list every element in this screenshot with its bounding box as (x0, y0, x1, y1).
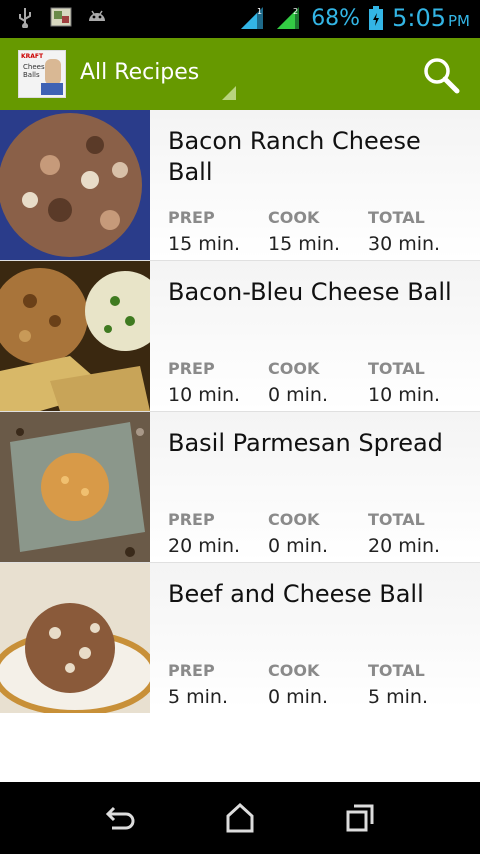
recipe-thumbnail (0, 412, 150, 562)
clock-ampm: PM (448, 12, 470, 30)
total-time: TOTAL 10 min. (368, 359, 440, 406)
prep-value: 10 min. (168, 384, 241, 406)
prep-value: 15 min. (168, 233, 241, 255)
search-icon[interactable] (422, 56, 460, 94)
total-label: TOTAL (368, 661, 425, 680)
recipe-title: Bacon Ranch Cheese Ball (168, 127, 421, 186)
recipe-row[interactable]: Bacon-Bleu Cheese Ball PREP 10 min. COOK 0… (0, 261, 480, 412)
recipe-title: Beef and Cheese Ball (168, 580, 424, 608)
prep-label: PREP (168, 359, 215, 378)
status-bar: 1 2 68% 5:05 PM (0, 0, 480, 38)
signal-icon-1: 1 (241, 7, 264, 29)
prep-value: 5 min. (168, 686, 228, 708)
battery-percent: 68% (311, 5, 361, 31)
battery-icon (369, 6, 384, 30)
cook-value: 0 min. (268, 535, 328, 557)
total-time: TOTAL 20 min. (368, 510, 440, 557)
svg-text:2: 2 (293, 7, 298, 16)
cook-value: 0 min. (268, 686, 328, 708)
prep-label: PREP (168, 510, 215, 529)
total-value: 20 min. (368, 535, 441, 557)
photo-icon (50, 7, 72, 27)
recipe-list: Bacon Ranch Cheese Ball PREP 15 min. COOK… (0, 110, 480, 713)
recipe-thumbnail (0, 261, 150, 411)
prep-label: PREP (168, 208, 215, 227)
prep-time: PREP 15 min. (168, 208, 240, 255)
prep-value: 20 min. (168, 535, 241, 557)
spinner-title: All Recipes (80, 60, 200, 85)
total-value: 5 min. (368, 686, 428, 708)
cook-time: COOK 0 min. (268, 359, 328, 406)
recent-apps-icon[interactable] (340, 800, 380, 836)
cook-label: COOK (268, 359, 320, 378)
prep-label: PREP (168, 661, 215, 680)
spinner-arrow-icon (222, 86, 236, 100)
home-icon[interactable] (220, 800, 260, 836)
cook-label: COOK (268, 510, 320, 529)
total-time: TOTAL 30 min. (368, 208, 440, 255)
cook-value: 15 min. (268, 233, 341, 255)
app-icon-brand: KRAFT (21, 53, 44, 60)
total-value: 30 min. (368, 233, 441, 255)
total-label: TOTAL (368, 510, 425, 529)
total-value: 10 min. (368, 384, 441, 406)
cook-time: COOK 0 min. (268, 510, 328, 557)
svg-text:1: 1 (257, 7, 262, 16)
total-label: TOTAL (368, 359, 425, 378)
prep-time: PREP 10 min. (168, 359, 240, 406)
chef-shirt (41, 83, 63, 95)
chef-image (45, 59, 61, 85)
total-label: TOTAL (368, 208, 425, 227)
cook-time: COOK 15 min. (268, 208, 340, 255)
cook-label: COOK (268, 208, 320, 227)
recipe-row[interactable]: Bacon Ranch Cheese Ball PREP 15 min. COOK… (0, 110, 480, 261)
recipe-thumbnail (0, 563, 150, 713)
prep-time: PREP 20 min. (168, 510, 240, 557)
prep-time: PREP 5 min. (168, 661, 228, 708)
cook-time: COOK 0 min. (268, 661, 328, 708)
recipe-filter-spinner[interactable]: All Recipes (70, 52, 236, 100)
recipe-row[interactable]: Basil Parmesan Spread PREP 20 min. COOK 0 … (0, 412, 480, 563)
usb-icon (19, 8, 31, 28)
navigation-bar (0, 782, 480, 854)
recipe-title: Bacon-Bleu Cheese Ball (168, 278, 452, 306)
recipe-row[interactable]: Beef and Cheese Ball PREP 5 min. COOK 0 mi… (0, 563, 480, 713)
app-icon[interactable]: KRAFT Cheese Balls (18, 50, 66, 98)
clock-time: 5:05 (392, 4, 446, 32)
total-time: TOTAL 5 min. (368, 661, 428, 708)
back-icon[interactable] (100, 800, 140, 836)
signal-icon-2: 2 (277, 7, 300, 29)
recipe-title: Basil Parmesan Spread (168, 429, 443, 457)
cook-value: 0 min. (268, 384, 328, 406)
recipe-thumbnail (0, 110, 150, 260)
android-icon (89, 10, 105, 21)
action-bar: KRAFT Cheese Balls All Recipes (0, 38, 480, 110)
cook-label: COOK (268, 661, 320, 680)
